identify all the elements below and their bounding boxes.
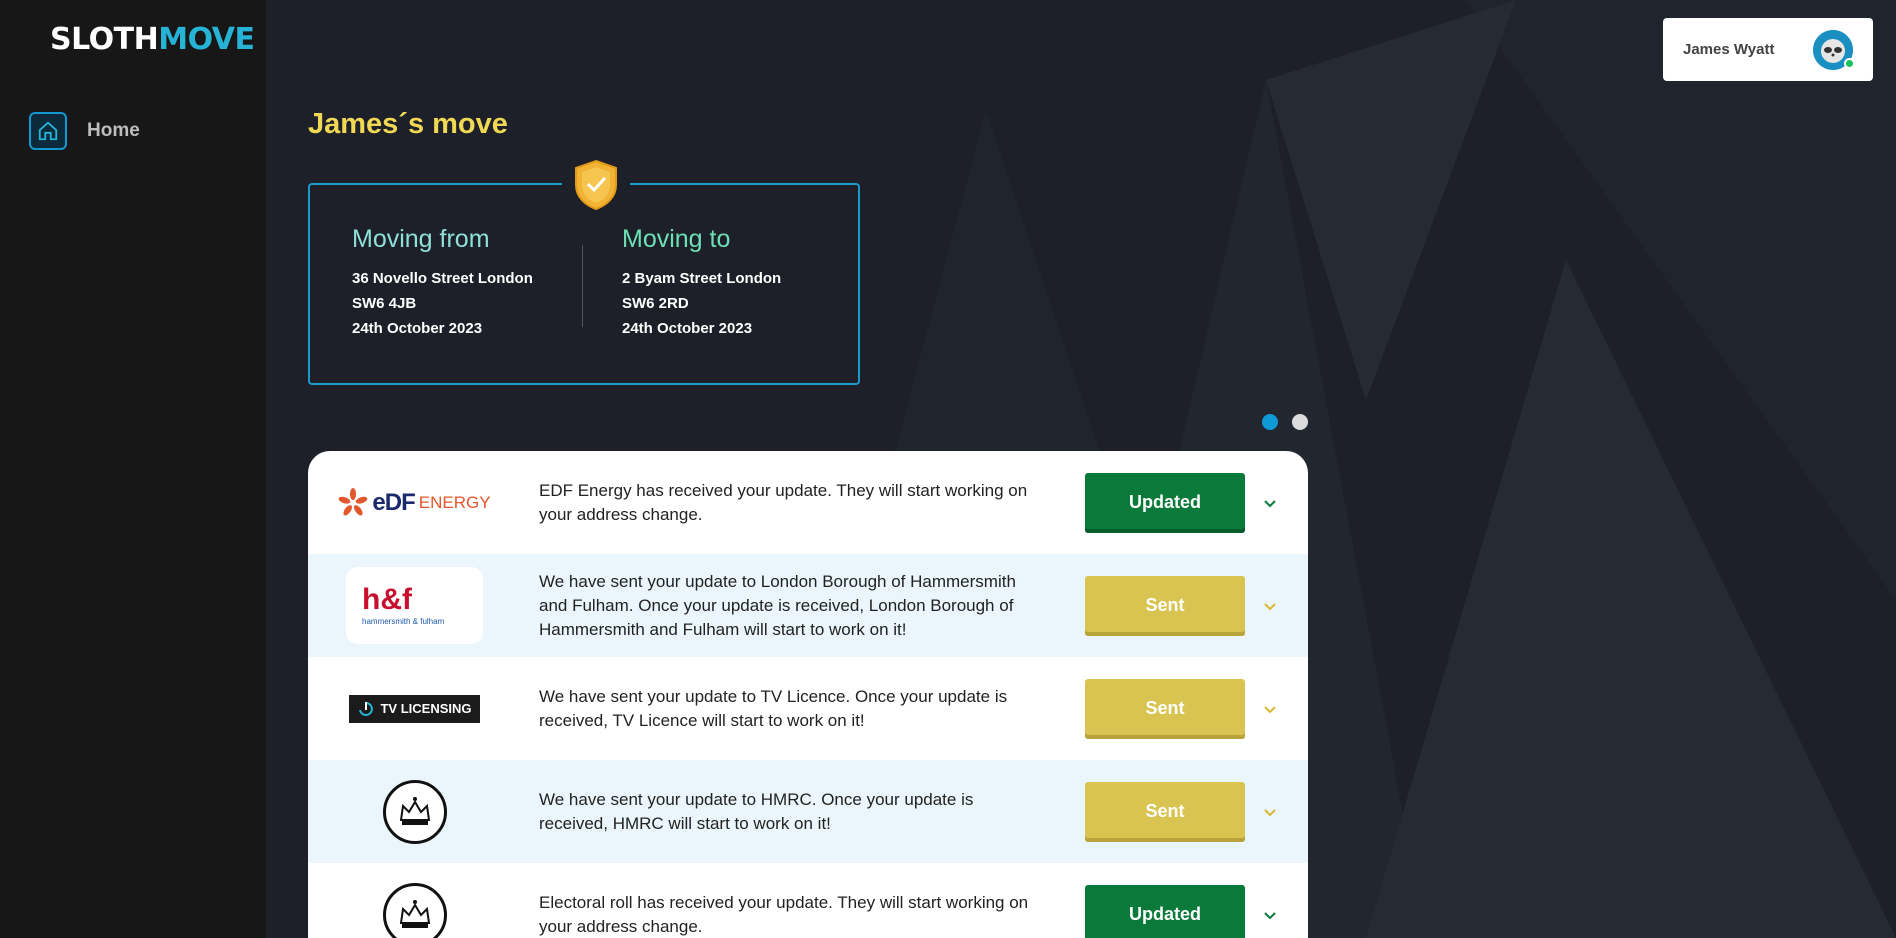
- moving-to: Moving to 2 Byam Street London SW6 2RD 2…: [622, 225, 781, 341]
- update-message: We have sent your update to London Borou…: [539, 571, 1016, 639]
- update-message: EDF Energy has received your update. The…: [539, 480, 1028, 524]
- moving-to-date: 24th October 2023: [622, 320, 753, 337]
- carousel-dot-2[interactable]: [1292, 414, 1308, 430]
- sidebar-item-label: Home: [87, 120, 140, 141]
- status-button-sent[interactable]: Sent: [1085, 781, 1245, 842]
- chevron-down-icon[interactable]: [1260, 699, 1280, 719]
- carousel-pagination: [1262, 414, 1308, 430]
- update-message: Electoral roll has received your update.…: [539, 892, 1029, 936]
- provider-updates-list: eDF ENERGY EDF Energy has received your u…: [308, 451, 1308, 938]
- moving-to-heading: Moving to: [622, 225, 731, 253]
- sloth-avatar-icon: [1813, 29, 1855, 70]
- hf-logo-subtext: hammersmith & fulham: [362, 617, 445, 626]
- status-button-sent[interactable]: Sent: [1085, 678, 1245, 739]
- logo-text-part1: SLOTH: [50, 22, 159, 57]
- sidebar: SLOTHMOVE Home: [0, 0, 266, 938]
- online-status-indicator: [1844, 57, 1855, 69]
- divider: [582, 245, 583, 327]
- carousel-dot-1[interactable]: [1262, 414, 1278, 430]
- edf-energy-logo: eDF ENERGY: [308, 487, 521, 518]
- moving-from-heading: Moving from: [352, 225, 490, 253]
- chevron-down-icon[interactable]: [1260, 493, 1280, 513]
- tv-licensing-logo-text: TV LICENSING: [380, 701, 472, 716]
- moving-from: Moving from 36 Novello Street London SW6…: [352, 225, 533, 341]
- chevron-down-icon[interactable]: [1260, 802, 1280, 822]
- electoral-roll-crown-logo: [308, 882, 521, 938]
- list-item: We have sent your update to HMRC. Once y…: [308, 760, 1308, 863]
- status-button-updated[interactable]: Updated: [1085, 884, 1245, 938]
- list-item: eDF ENERGY EDF Energy has received your u…: [308, 451, 1308, 554]
- chevron-down-icon[interactable]: [1260, 905, 1280, 925]
- list-item: h&f hammersmith & fulham We have sent yo…: [308, 554, 1308, 657]
- moving-from-address-line1: 36 Novello Street London: [352, 270, 533, 287]
- hammersmith-fulham-logo: h&f hammersmith & fulham: [308, 567, 521, 644]
- chevron-down-icon[interactable]: [1260, 596, 1280, 616]
- logo-text-part2: MOVE: [158, 22, 255, 57]
- status-button-updated[interactable]: Updated: [1085, 472, 1245, 533]
- user-name: James Wyatt: [1683, 41, 1775, 58]
- slothmove-logo[interactable]: SLOTHMOVE: [50, 22, 255, 57]
- list-item: TV LICENSING We have sent your update to…: [308, 657, 1308, 760]
- update-message: We have sent your update to HMRC. Once y…: [539, 789, 974, 833]
- moving-to-address-line1: 2 Byam Street London: [622, 270, 782, 287]
- user-menu[interactable]: James Wyatt: [1663, 18, 1873, 81]
- sidebar-item-home[interactable]: Home: [29, 112, 140, 150]
- update-message: We have sent your update to TV Licence. …: [539, 686, 1008, 730]
- shield-icon: [562, 159, 630, 215]
- home-icon: [29, 112, 67, 150]
- tv-licensing-logo: TV LICENSING: [308, 694, 521, 723]
- moving-to-postcode: SW6 2RD: [622, 295, 689, 312]
- hmrc-crown-logo: [308, 779, 521, 844]
- moving-from-date: 24th October 2023: [352, 320, 483, 337]
- status-button-sent[interactable]: Sent: [1085, 575, 1245, 636]
- moving-from-postcode: SW6 4JB: [352, 295, 417, 312]
- page-title: James´s move: [308, 108, 508, 140]
- hf-logo-text: h&f: [362, 583, 412, 616]
- energy-logo-text: ENERGY: [418, 492, 491, 512]
- move-details-card: Moving from 36 Novello Street London SW6…: [308, 159, 860, 385]
- edf-logo-text: eDF: [372, 488, 415, 516]
- list-item: Electoral roll has received your update.…: [308, 863, 1308, 938]
